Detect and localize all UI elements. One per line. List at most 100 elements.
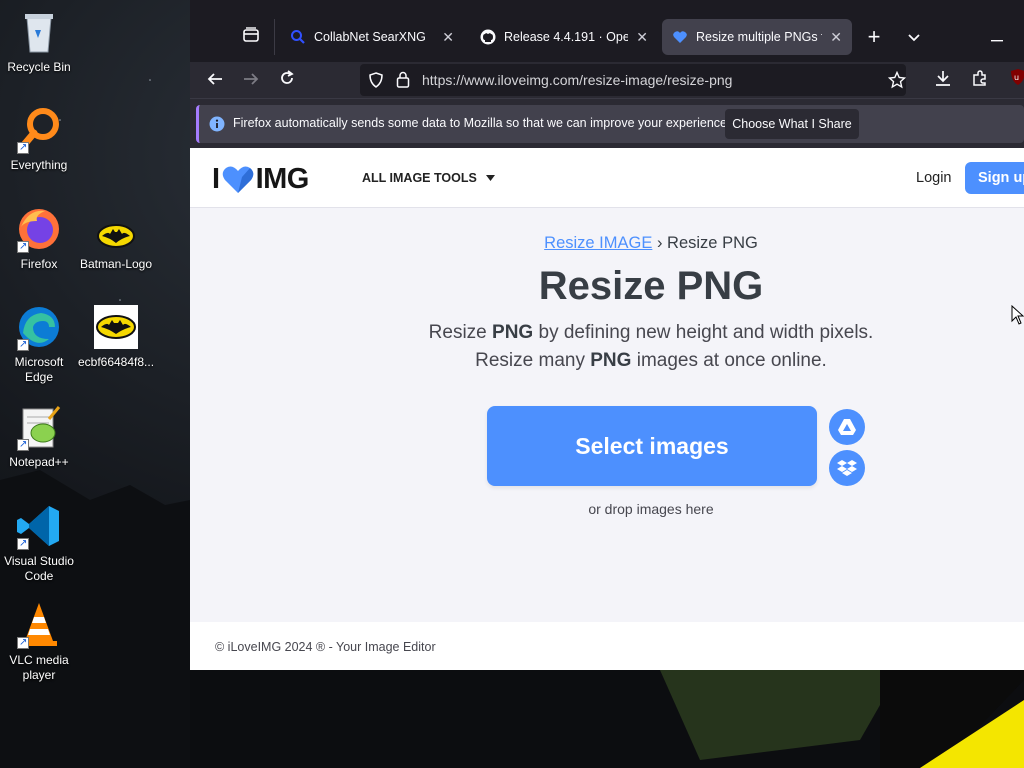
arrow-left-icon <box>207 73 222 85</box>
page-subtitle-line-1: Resize PNG by defining new height and wi… <box>190 322 1024 344</box>
firefox-icon <box>15 205 63 254</box>
data-collection-notification-bar: Firefox automatically sends some data to… <box>190 98 1024 148</box>
desktop-icon-label: Everything <box>10 158 68 172</box>
all-image-tools-menu[interactable]: ALL IMAGE TOOLS <box>362 171 496 185</box>
tab-iloveimg[interactable]: Resize multiple PNGs for ✕ <box>662 19 852 55</box>
desktop-icon-label: Recycle Bin <box>7 60 71 74</box>
subtitle-text: Resize many <box>475 350 591 371</box>
signup-button[interactable]: Sign up <box>965 162 1024 194</box>
shield-icon[interactable] <box>368 72 384 88</box>
firefox-view-icon <box>243 27 259 42</box>
desktop-icon-firefox[interactable]: Firefox <box>0 205 78 272</box>
shortcut-arrow-icon <box>17 140 29 155</box>
iloveimg-heart-icon <box>673 31 687 43</box>
dropbox-button[interactable] <box>829 450 865 486</box>
tab-separator <box>274 19 275 55</box>
iloveimg-logo[interactable]: I IMG <box>212 163 309 196</box>
tab-close-icon[interactable]: ✕ <box>636 29 648 46</box>
tab-searxng[interactable]: CollabNet SearXNG ✕ <box>280 19 464 55</box>
desktop-icon-label: ecbf66484f8... <box>77 355 155 369</box>
notepad-plus-plus-icon <box>15 403 63 452</box>
minimize-window-button[interactable] <box>983 22 1011 50</box>
site-footer: © iLoveIMG 2024 ® - Your Image Editor <box>190 622 1024 670</box>
desktop-icon-visual-studio-code[interactable]: Visual Studio Code <box>0 502 78 584</box>
tab-close-icon[interactable]: ✕ <box>442 29 454 46</box>
ublock-shield-icon: u <box>1011 69 1024 85</box>
desktop-icon-label: Notepad++ <box>9 455 69 469</box>
iloveimg-page: I IMG ALL IMAGE TOOLS Login Sign up Resi… <box>190 148 1024 670</box>
forward-button[interactable] <box>237 66 265 94</box>
ublock-origin-button[interactable]: u <box>1004 66 1024 94</box>
tab-title: Release 4.4.191 · Open-Sh <box>504 30 629 44</box>
logo-text-img: IMG <box>255 163 310 195</box>
firefox-view-button[interactable] <box>237 23 265 51</box>
desktop-icon-microsoft-edge[interactable]: Microsoft Edge <box>0 303 78 385</box>
desktop-icon-label: Firefox <box>20 257 58 271</box>
puzzle-piece-icon <box>973 70 986 86</box>
desktop-icon-batman-logo[interactable]: Batman-Logo <box>77 205 155 272</box>
image-thumbnail-icon <box>92 303 140 351</box>
login-link[interactable]: Login <box>916 170 951 186</box>
dropbox-icon <box>837 460 857 476</box>
breadcrumb: Resize IMAGE › Resize PNG <box>190 234 1024 253</box>
site-header: I IMG ALL IMAGE TOOLS Login Sign up <box>190 148 1024 208</box>
desktop-icon-everything[interactable]: Everything <box>0 106 78 173</box>
tab-github-release[interactable]: Release 4.4.191 · Open-Sh ✕ <box>470 19 658 55</box>
tab-close-icon[interactable]: ✕ <box>830 29 842 46</box>
select-images-button[interactable]: Select images <box>487 406 817 486</box>
drop-images-hint: or drop images here <box>588 501 714 517</box>
info-icon <box>209 116 225 132</box>
shortcut-arrow-icon <box>17 239 29 254</box>
firefox-window: CollabNet SearXNG ✕ Release 4.4.191 · Op… <box>190 0 1024 670</box>
list-all-tabs-button[interactable] <box>900 23 928 51</box>
downloads-button[interactable] <box>929 66 957 94</box>
all-image-tools-label: ALL IMAGE TOOLS <box>362 171 477 185</box>
bookmark-star-icon[interactable] <box>888 71 906 89</box>
address-bar[interactable]: https://www.iloveimg.com/resize-image/re… <box>360 64 906 96</box>
desktop-icon-notepad-plus-plus[interactable]: Notepad++ <box>0 403 78 470</box>
shortcut-arrow-icon <box>17 635 29 650</box>
footer-copyright: © iLoveIMG 2024 ® - Your Image Editor <box>215 640 436 654</box>
recycle-bin-icon <box>15 8 63 56</box>
shortcut-arrow-icon <box>17 337 29 352</box>
subtitle-text: Resize <box>428 322 493 343</box>
notification-text: Firefox automatically sends some data to… <box>233 116 731 130</box>
reload-button[interactable] <box>273 66 301 94</box>
batman-logo-icon <box>92 205 140 253</box>
shortcut-arrow-icon <box>17 536 29 551</box>
lock-icon[interactable] <box>396 71 410 88</box>
minimize-icon <box>991 40 1003 42</box>
page-subtitle-line-2: Resize many PNG images at once online. <box>190 350 1024 372</box>
extensions-button[interactable] <box>966 66 994 94</box>
subtitle-text: images at once online. <box>631 350 827 371</box>
desktop-icon-vlc[interactable]: VLC media player <box>0 601 78 683</box>
desktop-icon-recycle-bin[interactable]: Recycle Bin <box>0 8 78 75</box>
arrow-right-icon <box>244 73 259 85</box>
desktop-icon-label: VLC media player <box>9 653 69 682</box>
google-drive-button[interactable] <box>829 409 865 445</box>
desktop-icon-image-file[interactable]: ecbf66484f8... <box>77 303 155 370</box>
back-button[interactable] <box>201 66 229 94</box>
shortcut-arrow-icon <box>17 437 29 452</box>
mouse-pointer-icon <box>1011 305 1024 325</box>
download-icon <box>936 71 950 86</box>
vscode-icon <box>15 502 63 551</box>
tab-strip: CollabNet SearXNG ✕ Release 4.4.191 · Op… <box>190 0 1024 62</box>
chevron-down-icon <box>908 34 920 42</box>
everything-search-icon <box>15 106 63 155</box>
magnifier-icon <box>291 30 305 44</box>
desktop-icon-label: Batman-Logo <box>79 257 153 271</box>
breadcrumb-link-resize-image[interactable]: Resize IMAGE <box>544 234 652 252</box>
desktop-icon-label: Visual Studio Code <box>4 554 74 583</box>
choose-what-i-share-button[interactable]: Choose What I Share <box>725 109 859 139</box>
github-icon <box>480 29 496 45</box>
google-drive-icon <box>838 419 856 435</box>
breadcrumb-separator: › <box>656 234 663 252</box>
vlc-cone-icon <box>15 601 63 650</box>
logo-text-i: I <box>212 163 220 195</box>
page-title: Resize PNG <box>538 264 764 308</box>
new-tab-button[interactable]: + <box>860 23 888 51</box>
url-text[interactable]: https://www.iloveimg.com/resize-image/re… <box>422 72 732 88</box>
subtitle-text: by defining new height and width pixels. <box>533 322 874 343</box>
svg-text:u: u <box>1014 73 1019 82</box>
